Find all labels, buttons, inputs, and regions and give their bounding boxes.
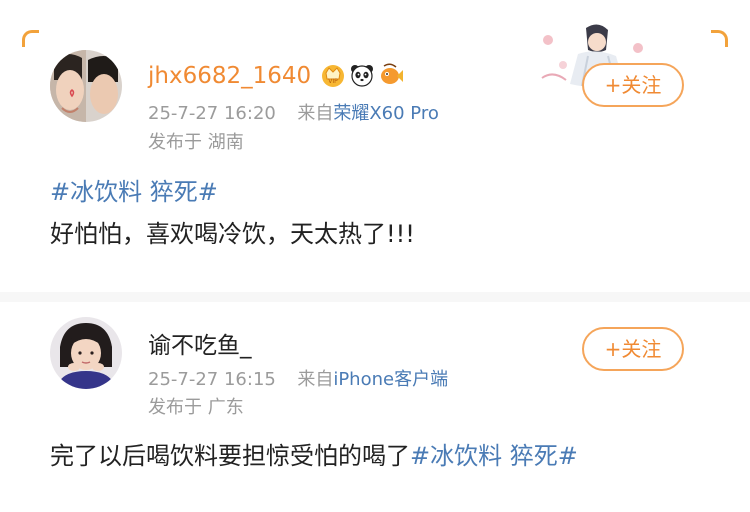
- source-prefix: 来自: [297, 369, 334, 390]
- post-meta: 25-7-27 16:15 来自iPhone客户端: [148, 369, 448, 391]
- post-card: 谕不吃鱼_ 25-7-27 16:15 来自iPhone客户端 发布于 广东 +…: [0, 300, 750, 512]
- follow-button[interactable]: +关注: [582, 63, 684, 107]
- post-time: 25-7-27 16:15: [148, 369, 276, 390]
- svg-text:VIP: VIP: [328, 78, 338, 85]
- topic-hashtag[interactable]: #冰饮料 猝死#: [410, 442, 578, 470]
- username[interactable]: jhx6682_1640: [148, 62, 311, 90]
- follow-button-label: +关注: [604, 337, 662, 361]
- follow-button-label: +关注: [604, 73, 662, 97]
- post-body: 完了以后喝饮料要担惊受怕的喝了#冰饮料 猝死#: [50, 440, 578, 472]
- post-topic-link[interactable]: #冰饮料 猝死#: [50, 176, 218, 208]
- source-device-link[interactable]: iPhone客户端: [333, 369, 448, 390]
- source-prefix: 来自: [297, 103, 334, 124]
- post-location: 发布于 广东: [148, 397, 244, 418]
- follow-button[interactable]: +关注: [582, 327, 684, 371]
- avatar[interactable]: [50, 50, 122, 122]
- panda-icon: [349, 62, 375, 92]
- user-badges: VIP: [320, 62, 404, 92]
- post-text: 好怕怕，喜欢喝冷饮，天太热了!!!: [50, 220, 415, 248]
- post-card: jhx6682_1640 VIP 25-7-27 16:20 来自荣耀X60 P…: [0, 0, 750, 290]
- post-meta: 25-7-27 16:20 来自荣耀X60 Pro: [148, 103, 439, 125]
- post-text: 完了以后喝饮料要担惊受怕的喝了: [50, 442, 410, 470]
- topic-hashtag[interactable]: #冰饮料 猝死#: [50, 178, 218, 206]
- post-time: 25-7-27 16:20: [148, 103, 276, 124]
- source-device-link[interactable]: 荣耀X60 Pro: [333, 103, 439, 124]
- post-location: 发布于 湖南: [148, 132, 244, 153]
- avatar[interactable]: [50, 317, 122, 389]
- fish-icon: [378, 62, 404, 92]
- username[interactable]: 谕不吃鱼_: [148, 332, 252, 360]
- weibo-feed: jhx6682_1640 VIP 25-7-27 16:20 来自荣耀X60 P…: [0, 0, 750, 512]
- crown-badge-icon: VIP: [320, 62, 346, 92]
